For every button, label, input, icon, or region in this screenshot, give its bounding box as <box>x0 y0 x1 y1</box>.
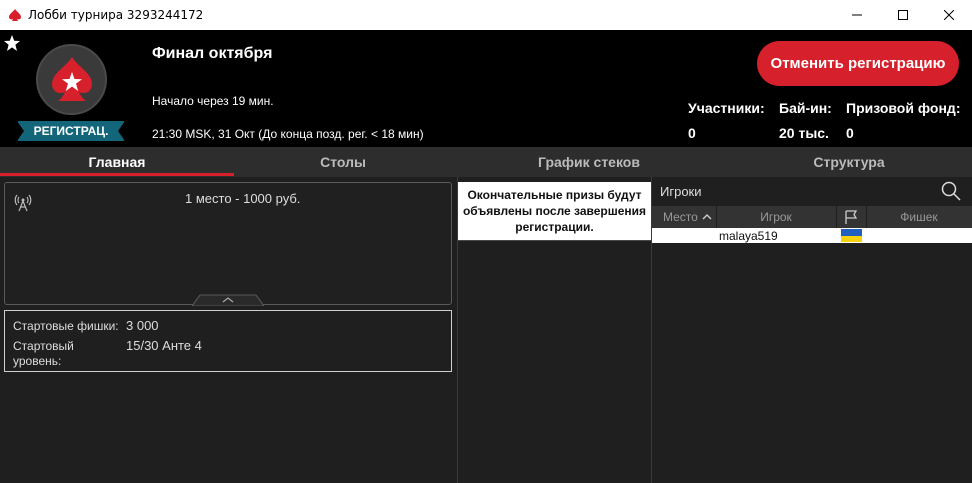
close-icon <box>944 10 954 20</box>
player-name: malaya519 <box>719 229 778 243</box>
window-title: Лобби турнира 3293244172 <box>28 8 204 22</box>
search-icon[interactable] <box>940 180 962 202</box>
minimize-button[interactable] <box>834 0 880 30</box>
tournament-name: Финал октября <box>152 45 273 62</box>
prizepool-label: Призовой фонд: <box>846 100 961 116</box>
maximize-button[interactable] <box>880 0 926 30</box>
starting-level-value: 15/30 Анте 4 <box>126 338 202 353</box>
divider <box>458 240 651 241</box>
ukraine-flag-icon <box>841 229 862 242</box>
favorite-star-icon[interactable] <box>3 34 21 52</box>
tab-stack-chart[interactable]: График стеков <box>452 147 726 177</box>
registration-status-badge: РЕГИСТРАЦ. <box>17 121 125 141</box>
starting-chips-value: 3 000 <box>126 318 159 333</box>
column-chips[interactable]: Фишек <box>866 206 972 228</box>
pokerstars-app-icon <box>9 9 21 21</box>
column-player[interactable]: Игрок <box>716 206 836 228</box>
starting-level-label: Стартовый уровень: <box>13 339 74 368</box>
first-place-prize: 1 место - 1000 руб. <box>185 191 301 206</box>
table-row[interactable] <box>652 228 972 243</box>
tournament-schedule: 21:30 MSK, 31 Окт (До конца позд. рег. <… <box>152 127 424 141</box>
players-label: Участники: <box>688 100 765 116</box>
maximize-icon <box>898 10 908 20</box>
players-title: Игроки <box>660 184 702 199</box>
prizepool-value: 0 <box>846 125 854 141</box>
column-divider <box>836 206 837 228</box>
title-bar: Лобби турнира 3293244172 <box>0 0 972 30</box>
cancel-registration-button[interactable]: Отменить регистрацию <box>757 41 959 86</box>
final-prizes-notice: Окончательные призы будут объявлены посл… <box>458 182 651 240</box>
buyin-value: 20 тыс. <box>779 125 829 141</box>
players-value: 0 <box>688 125 696 141</box>
broadcast-tower-icon <box>14 194 32 212</box>
spade-star-icon <box>52 57 92 101</box>
column-place[interactable]: Место <box>663 206 698 228</box>
tournament-header: РЕГИСТРАЦ. Финал октября Начало через 19… <box>0 30 972 147</box>
tab-structure[interactable]: Структура <box>726 147 972 177</box>
active-tab-indicator <box>0 173 234 176</box>
tab-tables[interactable]: Столы <box>234 147 452 177</box>
start-countdown: Начало через 19 мин. <box>152 94 274 108</box>
collapse-toggle[interactable] <box>192 294 264 306</box>
buyin-label: Бай-ин: <box>779 100 832 116</box>
starting-chips-label: Стартовые фишки: <box>13 319 119 333</box>
flag-icon[interactable] <box>843 209 859 225</box>
sort-up-icon[interactable] <box>702 212 712 222</box>
close-button[interactable] <box>926 0 972 30</box>
minimize-icon <box>852 14 862 16</box>
